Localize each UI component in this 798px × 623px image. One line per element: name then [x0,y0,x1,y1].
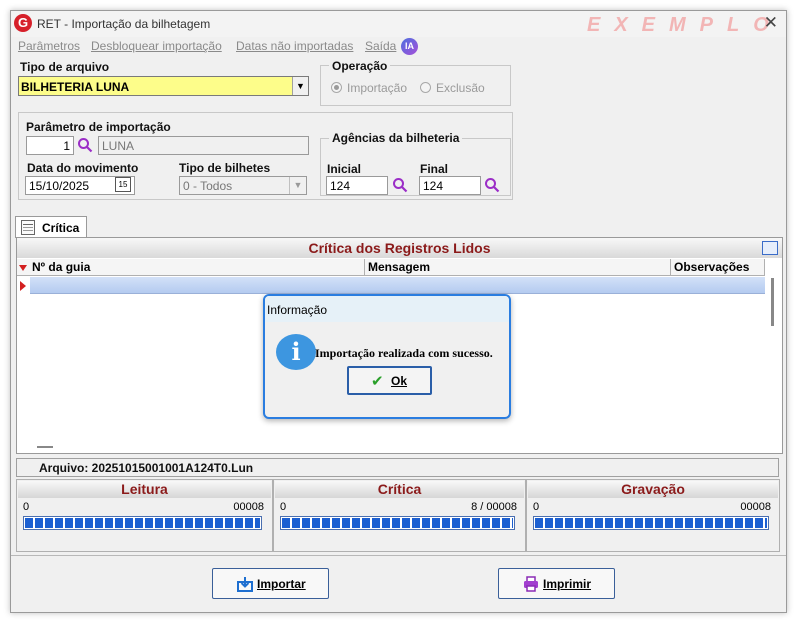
notepad-icon [21,220,35,235]
ok-label: Ok [391,374,408,388]
status-title: Crítica [275,481,524,498]
agencia-final-label: Final [420,162,449,176]
grid-title: Crítica dos Registros Lidos [17,238,782,258]
ia-assistant-icon[interactable]: IA [401,38,418,55]
progress-bar [533,516,769,530]
grid-header: Nº da guia Mensagem Observações [17,259,765,276]
grid-options-icon[interactable] [762,241,778,255]
progress-bar [280,516,515,530]
imprimir-label: Imprimir [543,577,592,591]
tab-critica[interactable]: Crítica [15,216,87,238]
table-row[interactable] [30,277,765,294]
calendar-icon[interactable]: 15 [115,177,131,192]
ok-button[interactable]: ✔ Ok [347,366,432,395]
close-button[interactable]: ✕ [764,13,778,33]
window-title: RET - Importação da bilhetagem [37,17,211,31]
operacao-label: Operação [329,59,391,73]
status-title: Leitura [18,481,271,498]
tipo-arquivo-label: Tipo de arquivo [20,60,110,74]
status-left-value: 0 [280,501,287,513]
tipo-bilhetes-value: 0 - Todos [183,179,233,193]
sort-arrow-icon[interactable] [19,265,27,271]
search-icon[interactable] [484,177,500,193]
parametro-name-field: LUNA [98,136,309,155]
vertical-scrollbar[interactable] [765,276,781,453]
status-right-value: 00008 [233,501,264,513]
scrollbar-thumb[interactable] [771,278,774,326]
title-bar: G RET - Importação da bilhetagem EXEMPLO… [11,11,786,37]
current-row-indicator-icon [20,281,26,291]
search-icon[interactable] [392,177,408,193]
status-left-value: 0 [23,501,30,513]
column-header-mensagem[interactable]: Mensagem [365,259,671,276]
status-left-value: 0 [533,501,540,513]
agencia-inicial-label: Inicial [327,162,362,176]
tipo-arquivo-value: BILHETERIA LUNA [21,80,130,94]
tipo-arquivo-select[interactable]: BILHETERIA LUNA ▼ [18,76,309,96]
radio-importacao-label: Importação [347,81,408,95]
import-icon [237,577,253,592]
status-right-value: 8 / 00008 [471,501,517,513]
app-logo-icon: G [14,14,32,32]
status-leitura: Leitura 0 00008 [16,479,273,552]
tipo-bilhetes-label: Tipo de bilhetes [179,161,271,175]
radio-importacao[interactable]: Importação [331,81,407,95]
status-title: Gravação [528,481,778,498]
printer-icon [524,576,538,592]
menu-saida[interactable]: Saída [365,39,396,53]
menu-parametros[interactable]: Parâmetros [18,39,80,53]
radio-exclusao[interactable]: Exclusão [420,81,485,95]
radio-checked-icon [331,82,342,93]
imprimir-button[interactable]: Imprimir [498,568,615,599]
radio-unchecked-icon [420,82,431,93]
agencias-label: Agências da bilheteria [329,131,463,145]
agencia-final-input[interactable]: 124 [419,176,481,195]
information-dialog: Informação i Importação realizada com su… [263,294,511,419]
progress-fill [535,518,767,528]
parametro-code-input[interactable]: 1 [26,136,74,155]
data-movimento-label: Data do movimento [27,161,139,175]
chevron-down-icon[interactable]: ▼ [292,77,308,95]
status-gravacao: Gravação 0 00008 [526,479,780,552]
importar-button[interactable]: Importar [212,568,329,599]
progress-bar [23,516,262,530]
search-icon[interactable] [77,137,93,153]
progress-fill [25,518,260,528]
dialog-title: Informação [267,303,328,317]
info-icon: i [276,334,316,370]
menu-datas-nao-importadas[interactable]: Datas não importadas [236,39,353,53]
parametro-label: Parâmetro de importação [26,120,171,134]
column-header-guia[interactable]: Nº da guia [29,259,365,276]
column-header-observacoes[interactable]: Observações [671,259,765,276]
watermark-text: EXEMPLO [587,14,783,36]
menu-bar: Parâmetros Desbloquear importação Datas … [11,37,786,57]
menu-desbloquear-importacao[interactable]: Desbloquear importação [91,39,222,53]
radio-exclusao-label: Exclusão [436,81,485,95]
tab-critica-label: Crítica [42,221,80,235]
dialog-message: Importação realizada com sucesso. [315,346,493,360]
checkmark-icon: ✔ [371,373,384,390]
importar-label: Importar [257,577,306,591]
status-critica: Crítica 0 8 / 00008 [273,479,526,552]
tipo-bilhetes-select[interactable]: 0 - Todos [179,176,307,195]
arquivo-bar: Arquivo: 20251015001001A124T0.Lun [16,458,779,477]
progress-fill [282,518,513,528]
divider [11,555,786,556]
status-right-value: 00008 [740,501,771,513]
chevron-down-icon[interactable]: ▼ [289,177,306,194]
horizontal-scrollbar-thumb[interactable] [37,446,53,448]
arquivo-text: Arquivo: 20251015001001A124T0.Lun [39,461,254,475]
agencia-inicial-input[interactable]: 124 [326,176,388,195]
